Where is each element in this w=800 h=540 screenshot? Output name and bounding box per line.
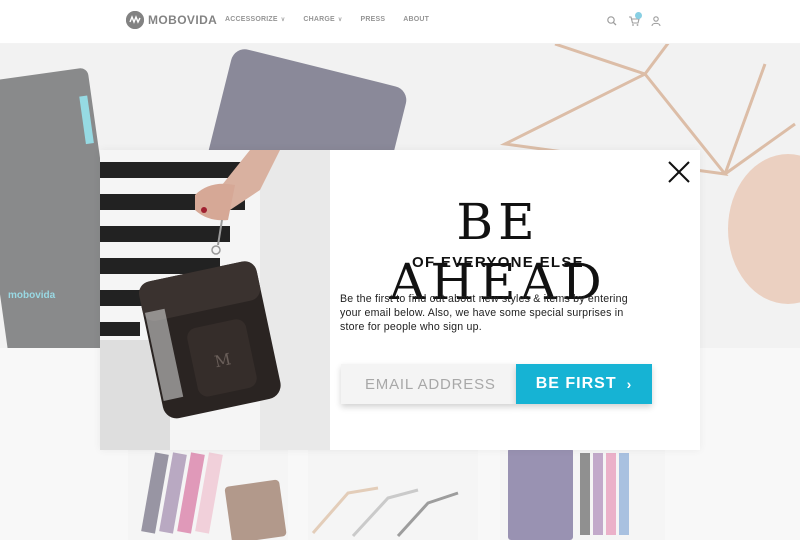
email-input[interactable] [341,364,516,404]
popup-body-text: Be the first to find out about new style… [340,293,628,333]
close-icon[interactable] [666,159,692,185]
be-first-button[interactable]: BE FIRST › [516,364,652,404]
model-holding-wallet-image: M [100,150,330,450]
submit-label: BE FIRST [535,375,617,392]
newsletter-popup: M BE AHEAD OF EVERYONE ELSE Be the first… [100,150,700,450]
popup-subheadline: OF EVERYONE ELSE [412,254,584,271]
chevron-right-icon: › [626,376,633,392]
